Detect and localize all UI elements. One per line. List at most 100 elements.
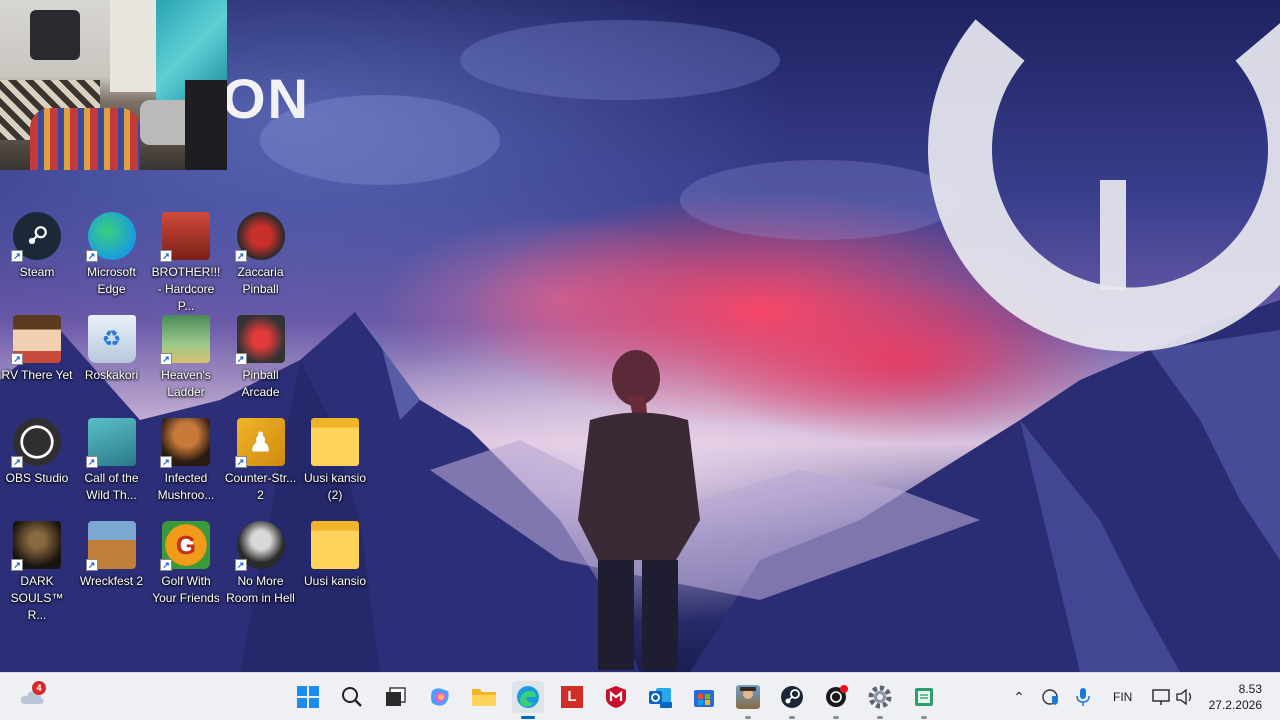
microphone-icon — [1076, 688, 1090, 706]
desktop-icon[interactable]: Uusi kansio — [298, 521, 372, 590]
display-icon — [1152, 689, 1170, 705]
network-shield-icon — [1042, 689, 1058, 705]
brother-game-icon: ↗ — [160, 212, 210, 262]
wreckfest-icon: ↗ — [85, 521, 136, 571]
desktop-icon-label: No More Room in Hell — [226, 574, 295, 605]
chatgpt-icon — [826, 685, 848, 707]
desktop-icon-label: DARK SOULS™ R... — [10, 574, 64, 622]
search-button[interactable] — [336, 681, 368, 713]
folder-icon — [311, 521, 359, 569]
desktop-icon[interactable]: ↗ Wreckfest 2 — [75, 521, 149, 590]
desktop-icon-label: Golf With Your Friends — [152, 574, 220, 605]
desktop-icon-label: Heaven's Ladder — [161, 368, 211, 399]
desktop-icon[interactable]: G ↗ Golf With Your Friends — [149, 521, 223, 607]
weather-widget[interactable]: 4 — [16, 681, 48, 713]
active-indicator — [521, 716, 535, 719]
desktop-icon-label: Infected Mushroo... — [157, 471, 215, 502]
desktop-icon[interactable]: ↗ Heaven's Ladder — [149, 315, 223, 401]
task-view-button[interactable] — [380, 681, 412, 713]
shortcut-arrow-icon: ↗ — [234, 559, 247, 571]
store-button[interactable] — [688, 681, 720, 713]
store-icon — [694, 690, 714, 707]
desktop-icon-label: Roskakori — [84, 368, 139, 382]
desktop-icon-label: Steam — [19, 265, 55, 279]
volume-tray-button[interactable] — [1172, 681, 1198, 713]
desktop-icon[interactable]: ↗ Pinball Arcade — [224, 315, 298, 401]
display-tray-button[interactable] — [1148, 681, 1174, 713]
desktop-icon[interactable]: ↗ Microsoft Edge — [75, 212, 149, 298]
shortcut-arrow-icon: ↗ — [160, 559, 172, 571]
desktop-icon[interactable]: ↗ DARK SOULS™ R... — [0, 521, 74, 624]
recycle-bin-icon: ♻ — [87, 315, 136, 363]
folder-icon — [311, 418, 359, 466]
copilot-button[interactable] — [424, 681, 456, 713]
steam-icon: ↗ — [11, 212, 61, 262]
desktop-icon-label: Microsoft Edge — [87, 265, 136, 296]
desktop-icon-label: Pinball Arcade — [241, 368, 280, 399]
outlook-icon — [649, 688, 672, 708]
wallpaper-logo-text: ON — [222, 67, 310, 130]
desktop-icon[interactable]: ♻ Roskakori — [75, 315, 149, 384]
file-explorer-button[interactable] — [468, 681, 500, 713]
desktop-icon-label: Uusi kansio (2) — [303, 471, 367, 502]
desktop-icon[interactable]: ↗ OBS Studio — [0, 418, 74, 487]
clock-time: 8.53 — [1238, 682, 1262, 696]
edge-icon: ↗ — [85, 212, 136, 262]
show-hidden-icons-button[interactable]: ⌃ — [1004, 681, 1034, 713]
desktop-icon-label: RV There Yet — [1, 368, 73, 382]
file-explorer-icon — [472, 689, 496, 706]
vpn-tray-button[interactable] — [1036, 681, 1066, 713]
settings-button[interactable] — [864, 681, 896, 719]
copilot-icon — [431, 688, 449, 706]
notepad-button[interactable] — [908, 681, 940, 719]
desktop-icon-label: OBS Studio — [5, 471, 69, 485]
zaccaria-pinball-icon: ↗ — [234, 212, 285, 262]
game-icon — [736, 685, 760, 709]
start-button[interactable] — [292, 681, 324, 713]
clock-date: 27.2.2026 — [1208, 698, 1262, 712]
desktop-icon-label: Zaccaria Pinball — [237, 265, 284, 296]
chatgpt-button[interactable] — [820, 681, 852, 719]
desktop-icon[interactable]: Uusi kansio (2) — [298, 418, 372, 504]
microphone-tray-button[interactable] — [1068, 681, 1098, 713]
shortcut-arrow-icon: ↗ — [160, 250, 172, 262]
desktop-icon[interactable]: ↗ Call of the Wild Th... — [75, 418, 149, 504]
desktop-icon[interactable]: ♟ ↗ Counter-Str... 2 — [224, 418, 298, 504]
lastpass-button[interactable]: L — [556, 681, 588, 713]
settings-icon — [868, 685, 892, 709]
counter-strike-icon: ♟ ↗ — [234, 418, 285, 468]
notepad-icon — [915, 688, 933, 706]
taskbar: 4 L ⌃ FIN 8.53 27.2.2026 — [0, 672, 1280, 720]
desktop-icon[interactable]: ↗ BROTHER!!! - Hardcore P... — [149, 212, 223, 315]
weather-badge: 4 — [32, 681, 46, 695]
mcafee-button[interactable] — [600, 681, 632, 713]
speaker-icon — [1176, 688, 1192, 706]
search-icon — [342, 687, 362, 707]
running-indicator — [789, 716, 795, 719]
heavens-ladder-icon: ↗ — [160, 315, 210, 365]
desktop-icon[interactable]: ↗ Infected Mushroo... — [149, 418, 223, 504]
shortcut-arrow-icon: ↗ — [11, 250, 23, 262]
outlook-button[interactable] — [644, 681, 676, 713]
edge-icon — [517, 686, 539, 708]
shortcut-arrow-icon: ↗ — [85, 559, 98, 571]
desktop-icon[interactable]: ↗ No More Room in Hell — [224, 521, 298, 607]
shortcut-arrow-icon: ↗ — [234, 353, 247, 365]
chevron-up-icon: ⌃ — [1013, 688, 1025, 705]
shortcut-arrow-icon: ↗ — [160, 353, 172, 365]
steam-taskbar-button[interactable] — [776, 681, 808, 719]
dark-souls-icon: ↗ — [11, 521, 61, 571]
running-indicator — [877, 716, 883, 719]
shortcut-arrow-icon: ↗ — [234, 250, 247, 262]
language-indicator[interactable]: FIN — [1113, 690, 1132, 704]
desktop-icon[interactable]: ↗ RV There Yet — [0, 315, 74, 384]
desktop-icon[interactable]: ↗ Steam — [0, 212, 74, 281]
game-app-button[interactable] — [732, 681, 764, 719]
rv-there-yet-icon: ↗ — [11, 315, 61, 365]
clock[interactable]: 8.53 27.2.2026 — [1200, 681, 1276, 713]
desktop-icon[interactable]: ↗ Zaccaria Pinball — [224, 212, 298, 298]
call-of-the-wild-icon: ↗ — [85, 418, 136, 468]
edge-taskbar-button[interactable] — [512, 681, 544, 719]
start-icon — [297, 686, 319, 708]
shortcut-arrow-icon: ↗ — [11, 559, 23, 571]
